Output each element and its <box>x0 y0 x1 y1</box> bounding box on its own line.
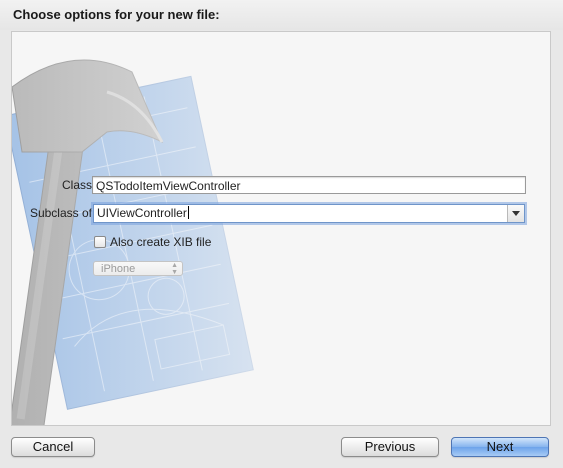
subclass-label: Subclass of <box>29 206 92 220</box>
class-label: Class <box>61 178 92 192</box>
up-down-arrows-icon: ▲ ▼ <box>171 262 178 276</box>
class-name-field[interactable]: QSTodoItemViewController <box>92 176 526 194</box>
chevron-down-icon[interactable] <box>507 205 524 222</box>
subclass-value: UIViewController <box>97 206 187 220</box>
previous-button[interactable]: Previous <box>341 437 439 457</box>
next-button[interactable]: Next <box>451 437 549 457</box>
subclass-combo[interactable]: UIViewController <box>93 204 525 223</box>
device-popup-value: iPhone <box>101 263 136 275</box>
options-panel: Class QSTodoItemViewController Subclass … <box>11 31 551 426</box>
sheet-header: Choose options for your new file: <box>0 0 563 30</box>
sheet-title: Choose options for your new file: <box>13 7 220 22</box>
xib-checkbox[interactable] <box>94 236 106 248</box>
background-wash <box>12 32 550 425</box>
xib-checkbox-label[interactable]: Also create XIB file <box>110 235 211 249</box>
cancel-button[interactable]: Cancel <box>11 437 95 457</box>
device-popup: iPhone ▲ ▼ <box>93 261 183 276</box>
